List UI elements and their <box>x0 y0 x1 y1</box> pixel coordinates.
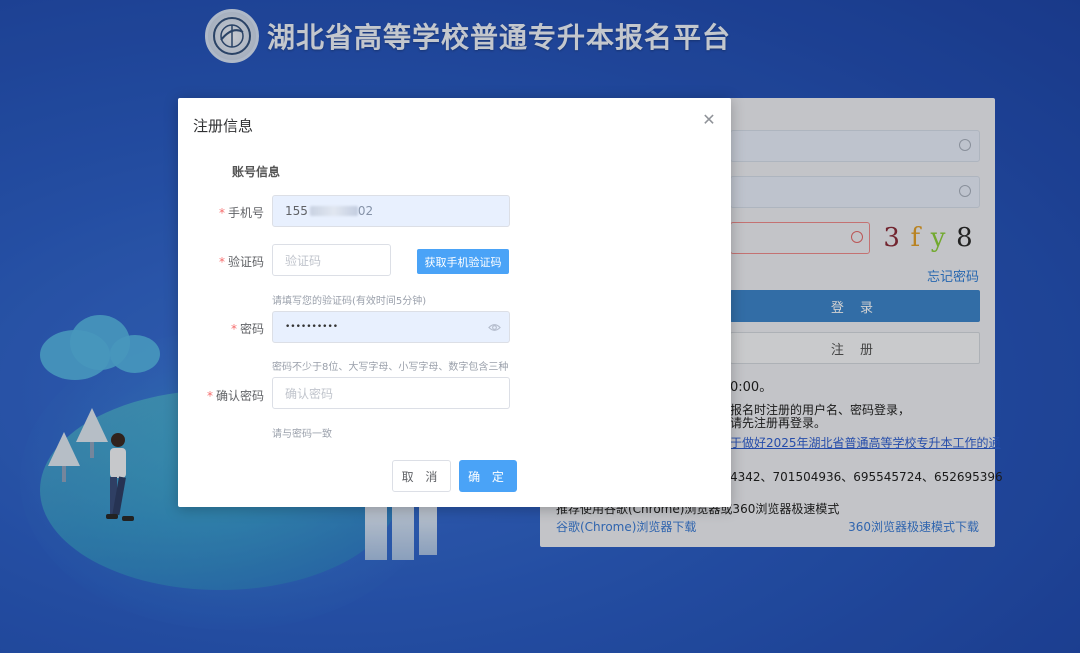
password-hint: 密码不少于8位、大写字母、小写字母、数字包含三种 <box>272 362 509 373</box>
close-icon[interactable]: ✕ <box>701 112 717 128</box>
phone-label: * 手机号 <box>218 206 264 220</box>
password-value: •••••••••• <box>285 322 339 332</box>
password-label: * 密码 <box>230 322 264 336</box>
dialog-title: 注册信息 <box>193 117 254 135</box>
required-mark: * <box>230 322 237 336</box>
phone-value: 155 <box>285 204 308 218</box>
confirm-hint: 请与密码一致 <box>272 429 332 440</box>
register-dialog: 注册信息 ✕ 账号信息 * 手机号 155 02 * 验证码 验证码 获取手机验证码… <box>178 98 731 507</box>
get-sms-code-button[interactable]: 获取手机验证码 <box>417 249 509 274</box>
required-mark: * <box>218 206 225 220</box>
code-label: * 验证码 <box>218 255 264 269</box>
phone-value-tail: 02 <box>357 204 374 218</box>
section-title: 账号信息 <box>232 165 281 179</box>
cancel-button[interactable]: 取 消 <box>392 460 451 492</box>
phone-blurred-digits <box>309 206 358 216</box>
password-field[interactable]: •••••••••• <box>272 311 510 343</box>
required-mark: * <box>206 389 213 403</box>
eye-icon[interactable] <box>488 321 501 334</box>
code-placeholder: 验证码 <box>285 253 322 268</box>
code-hint: 请填写您的验证码(有效时间5分钟) <box>272 296 427 307</box>
confirm-button[interactable]: 确 定 <box>459 460 517 492</box>
confirm-placeholder: 确认密码 <box>285 386 334 401</box>
required-mark: * <box>218 255 225 269</box>
phone-input[interactable]: 155 02 <box>272 195 510 227</box>
confirm-password-label: * 确认密码 <box>206 389 264 403</box>
code-input[interactable]: 验证码 <box>272 244 391 276</box>
confirm-password-input[interactable]: 确认密码 <box>272 377 510 409</box>
